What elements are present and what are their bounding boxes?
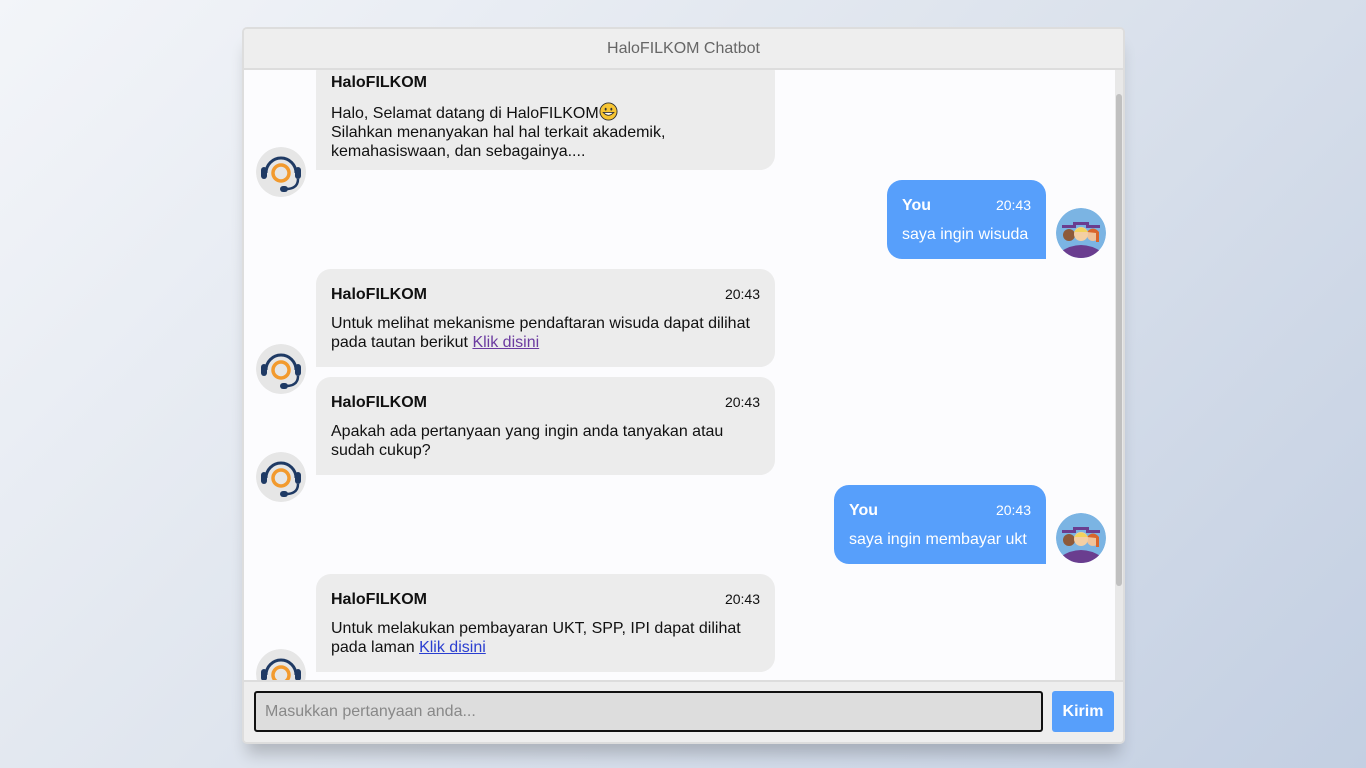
bot-bubble: HaloFILKOM 20:43 Untuk melihat mekanisme…: [316, 269, 775, 367]
message-text: Untuk melihat mekanisme pendaftaran wisu…: [331, 315, 750, 351]
sender-name: HaloFILKOM: [331, 285, 427, 303]
message-time: 20:43: [995, 501, 1031, 518]
send-button[interactable]: Kirim: [1052, 691, 1114, 732]
scrollbar[interactable]: [1115, 70, 1123, 682]
question-input[interactable]: [254, 691, 1043, 732]
sender-name: HaloFILKOM: [331, 590, 427, 608]
bot-avatar: [256, 344, 306, 394]
bot-bubble: HaloFILKOM 20:43 Untuk melakukan pembaya…: [316, 574, 775, 672]
user-bubble: You 20:43 saya ingin membayar ukt: [834, 485, 1046, 564]
headset-icon: [256, 649, 306, 682]
sender-name: HaloFILKOM: [331, 73, 427, 91]
chat-window: HaloFILKOM Chatbot HaloFILKOM Halo, Sela…: [242, 27, 1125, 744]
bot-avatar: [256, 147, 306, 197]
bot-avatar: [256, 452, 306, 502]
sender-name: You: [902, 196, 932, 214]
graduates-avatar-icon: [1056, 208, 1106, 258]
scrollbar-thumb[interactable]: [1116, 94, 1122, 586]
headset-icon: [256, 147, 306, 197]
payment-link[interactable]: Klik disini: [419, 639, 486, 656]
message-text: Halo, Selamat datang di HaloFILKOM Silahk…: [331, 102, 760, 161]
bot-bubble: HaloFILKOM 20:43 Apakah ada pertanyaan y…: [316, 377, 775, 475]
sender-name: You: [849, 501, 879, 519]
info-link[interactable]: Klik disini: [472, 334, 539, 351]
chat-title: HaloFILKOM Chatbot: [607, 39, 760, 57]
bot-bubble: HaloFILKOM Halo, Selamat datang di HaloF…: [316, 70, 775, 170]
message-text: saya ingin membayar ukt: [849, 531, 1027, 548]
user-avatar: [1056, 513, 1106, 563]
chat-header: HaloFILKOM Chatbot: [244, 29, 1123, 70]
message-text: Apakah ada pertanyaan yang ingin anda ta…: [331, 423, 724, 459]
user-avatar: [1056, 208, 1106, 258]
headset-icon: [256, 344, 306, 394]
input-area: Kirim: [244, 680, 1123, 742]
message-time: 20:43: [724, 285, 760, 302]
grinning-face-emoji: [599, 102, 618, 121]
sender-name: HaloFILKOM: [331, 393, 427, 411]
message-text: saya ingin wisuda: [902, 226, 1029, 243]
message-time: 20:43: [995, 196, 1031, 213]
graduates-avatar-icon: [1056, 513, 1106, 563]
user-bubble: You 20:43 saya ingin wisuda: [887, 180, 1046, 259]
message-time: 20:43: [724, 590, 760, 607]
chat-messages[interactable]: HaloFILKOM Halo, Selamat datang di HaloF…: [244, 70, 1123, 682]
message-text: Untuk melakukan pembayaran UKT, SPP, IPI…: [331, 620, 741, 656]
headset-icon: [256, 452, 306, 502]
message-time: 20:43: [724, 393, 760, 410]
bot-avatar: [256, 649, 306, 682]
